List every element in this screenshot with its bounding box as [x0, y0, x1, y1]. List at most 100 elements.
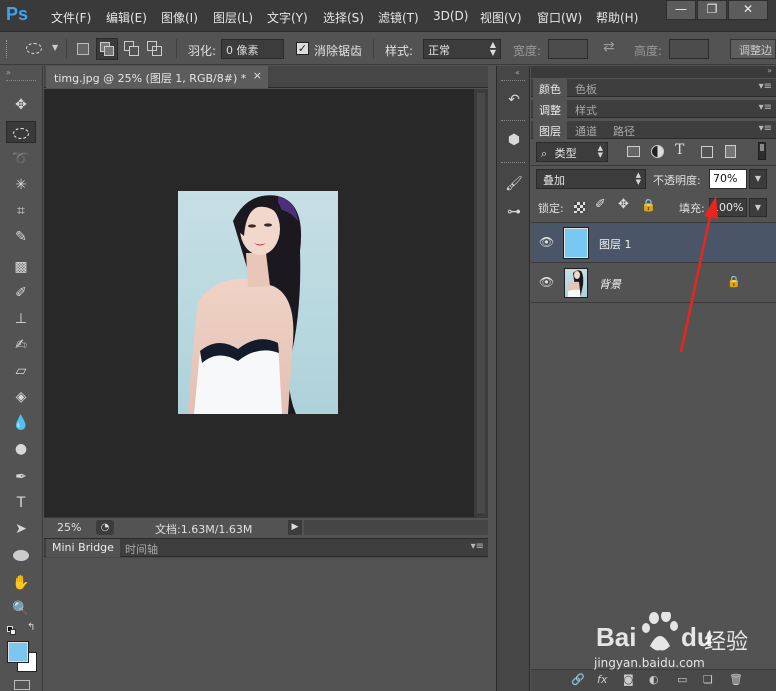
- minimize-button[interactable]: —: [666, 0, 696, 20]
- menu-file[interactable]: 文件(F): [51, 9, 91, 26]
- tab-layers[interactable]: 图层: [533, 121, 567, 139]
- document-tab[interactable]: timg.jpg @ 25% (图层 1, RGB/8#) * ×: [46, 66, 268, 88]
- height-input[interactable]: [669, 39, 709, 59]
- history-brush-tool-icon[interactable]: ✍: [6, 334, 36, 356]
- filter-type-icon[interactable]: T: [675, 142, 684, 158]
- visibility-eye-icon[interactable]: 👁: [539, 275, 554, 289]
- panel-menu-icon[interactable]: ▾≡: [759, 123, 772, 134]
- width-input[interactable]: [548, 39, 588, 59]
- subtract-from-selection-icon[interactable]: [124, 41, 140, 57]
- swap-colors-icon[interactable]: ↰: [27, 622, 35, 633]
- close-tab-icon[interactable]: ×: [253, 69, 262, 82]
- default-colors-icon[interactable]: [7, 626, 17, 636]
- visibility-eye-icon[interactable]: 👁: [539, 235, 554, 249]
- filter-adjustment-icon[interactable]: [651, 145, 664, 158]
- menu-type[interactable]: 文字(Y): [267, 9, 308, 26]
- layer-name[interactable]: 图层 1: [599, 236, 632, 252]
- collapse-arrows-icon[interactable]: «: [515, 68, 520, 77]
- menu-window[interactable]: 窗口(W): [537, 9, 582, 26]
- healing-brush-tool-icon[interactable]: ▩: [6, 256, 36, 278]
- brush-presets-icon[interactable]: 🖌: [503, 174, 525, 194]
- pen-tool-icon[interactable]: ✒: [6, 466, 36, 488]
- menu-image[interactable]: 图像(I): [161, 9, 198, 26]
- feather-input[interactable]: 0 像素: [221, 39, 284, 59]
- status-info-icon[interactable]: ◔: [96, 520, 114, 535]
- panel-menu-icon[interactable]: ▾≡: [471, 541, 484, 552]
- menu-3d[interactable]: 3D(D): [433, 9, 468, 23]
- layer-row-background[interactable]: 👁 背景 🔒: [531, 263, 776, 303]
- intersect-selection-icon[interactable]: [147, 41, 163, 57]
- antialias-checkbox[interactable]: ✓: [296, 42, 309, 55]
- opacity-dropdown-icon[interactable]: ▼: [749, 169, 767, 189]
- eyedropper-tool-icon[interactable]: ✎: [6, 226, 36, 248]
- new-selection-icon[interactable]: [77, 43, 89, 55]
- lasso-tool-icon[interactable]: ➰: [6, 148, 36, 170]
- hand-tool-icon[interactable]: ✋: [6, 572, 36, 594]
- type-tool-icon[interactable]: T: [6, 492, 36, 514]
- blur-tool-icon[interactable]: 💧: [6, 412, 36, 434]
- zoom-tool-icon[interactable]: 🔍: [6, 598, 36, 620]
- filter-toggle-switch[interactable]: [758, 142, 766, 160]
- tab-timeline[interactable]: 时间轴: [119, 539, 164, 557]
- filter-pixel-icon[interactable]: [627, 146, 640, 157]
- tab-styles[interactable]: 样式: [569, 100, 603, 118]
- menu-layer[interactable]: 图层(L): [213, 9, 253, 26]
- ellipse-shape-tool-icon[interactable]: [6, 544, 36, 566]
- horizontal-scrollbar[interactable]: [304, 520, 488, 535]
- path-selection-tool-icon[interactable]: ➤: [6, 518, 36, 540]
- tab-color[interactable]: 颜色: [533, 79, 567, 97]
- filter-smart-object-icon[interactable]: [725, 145, 736, 158]
- close-window-button[interactable]: ✕: [728, 0, 768, 20]
- fill-dropdown-icon[interactable]: ▼: [749, 198, 767, 217]
- elliptical-marquee-preset-icon[interactable]: [26, 43, 42, 54]
- layer-filter-select[interactable]: ⌕ 类型 ▲ ▼: [536, 142, 608, 162]
- clone-stamp-tool-icon[interactable]: ⊥: [6, 308, 36, 330]
- 3d-panel-icon[interactable]: ⬢: [503, 130, 525, 150]
- zoom-level[interactable]: 25%: [57, 521, 81, 534]
- vertical-scrollbar[interactable]: [474, 89, 488, 517]
- tab-mini-bridge[interactable]: Mini Bridge: [46, 539, 120, 557]
- panel-menu-icon[interactable]: ▾≡: [759, 81, 772, 92]
- layer-row-layer1[interactable]: 👁 图层 1: [531, 223, 776, 263]
- refine-edge-button[interactable]: 调整边: [730, 39, 776, 59]
- blend-mode-select[interactable]: 叠加 ▲ ▼: [536, 169, 646, 189]
- menu-select[interactable]: 选择(S): [323, 9, 364, 26]
- filter-shape-icon[interactable]: [701, 146, 713, 158]
- history-panel-icon[interactable]: ↶: [503, 90, 525, 110]
- style-select[interactable]: 正常 ▲ ▼: [423, 39, 501, 59]
- menu-filter[interactable]: 滤镜(T): [378, 9, 419, 26]
- lock-all-icon[interactable]: 🔒: [641, 198, 656, 212]
- add-to-selection-icon[interactable]: [96, 38, 118, 60]
- dodge-tool-icon[interactable]: ●: [6, 438, 36, 460]
- swap-arrows-icon[interactable]: ⇄: [603, 39, 615, 55]
- panel-menu-icon[interactable]: ▾≡: [759, 102, 772, 113]
- menu-help[interactable]: 帮助(H): [596, 9, 638, 26]
- lock-image-brush-icon[interactable]: ✐: [595, 197, 606, 212]
- tab-swatches[interactable]: 色板: [569, 79, 603, 97]
- tab-paths[interactable]: 路径: [607, 121, 641, 139]
- elliptical-marquee-tool-icon[interactable]: [6, 121, 36, 143]
- properties-sliders-icon[interactable]: ⊶: [503, 202, 525, 222]
- tab-adjustments[interactable]: 调整: [533, 100, 567, 118]
- crop-tool-icon[interactable]: ⌗: [6, 200, 36, 222]
- tab-channels[interactable]: 通道: [569, 121, 603, 139]
- menu-edit[interactable]: 编辑(E): [106, 9, 147, 26]
- lock-position-icon[interactable]: ✥: [618, 197, 629, 212]
- paint-bucket-tool-icon[interactable]: ◈: [6, 386, 36, 408]
- magic-wand-tool-icon[interactable]: ✳: [6, 174, 36, 196]
- foreground-color-swatch[interactable]: [7, 641, 29, 663]
- opacity-input[interactable]: 70%: [709, 169, 747, 189]
- brush-tool-icon[interactable]: ✐: [6, 282, 36, 304]
- link-layers-icon[interactable]: 🔗: [571, 673, 585, 686]
- move-tool-icon[interactable]: ✥: [6, 94, 36, 116]
- eraser-tool-icon[interactable]: ▱: [6, 360, 36, 382]
- preset-dropdown-icon[interactable]: ▼: [52, 43, 58, 52]
- collapse-arrows-icon[interactable]: »: [767, 66, 772, 75]
- menu-view[interactable]: 视图(V): [480, 9, 522, 26]
- lock-transparent-icon[interactable]: [574, 202, 585, 213]
- collapse-arrows-icon[interactable]: »: [6, 68, 11, 77]
- restore-button[interactable]: ❐: [697, 0, 727, 20]
- fill-input[interactable]: 100%: [709, 198, 747, 217]
- status-menu-arrow-icon[interactable]: ▶: [288, 520, 302, 535]
- quick-mask-icon[interactable]: [14, 680, 30, 690]
